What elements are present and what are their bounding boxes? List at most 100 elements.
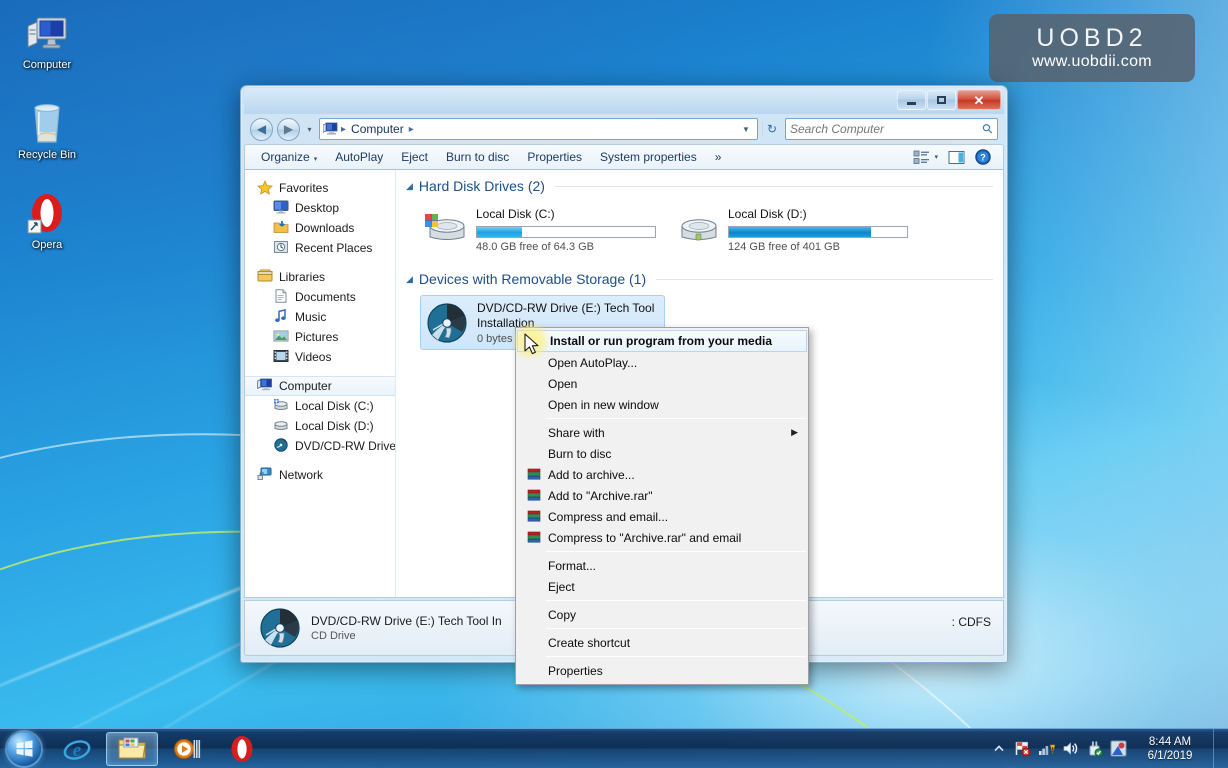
- menu-item-label: Open in new window: [548, 397, 659, 412]
- context-menu-item-compress-to-archive-and-email[interactable]: Compress to "Archive.rar" and email: [516, 527, 808, 548]
- chevron-down-icon: ▾: [934, 154, 938, 161]
- context-menu-item-copy[interactable]: Copy: [516, 604, 808, 625]
- sidebar-item-music[interactable]: Music: [245, 307, 395, 327]
- minimize-button[interactable]: [897, 90, 926, 110]
- address-bar[interactable]: ▸ Computer ▸ ▼: [319, 118, 758, 140]
- address-dropdown-button[interactable]: ▼: [738, 125, 754, 134]
- maximize-button[interactable]: [927, 90, 956, 110]
- sidebar-item-favorites[interactable]: Favorites: [245, 178, 395, 198]
- sidebar-label: DVD/CD-RW Drive (I: [295, 439, 395, 453]
- start-button[interactable]: [0, 730, 48, 768]
- nvidia-settings-icon[interactable]: [1110, 740, 1127, 757]
- clock[interactable]: 8:44 AM 6/1/2019: [1134, 735, 1202, 763]
- help-button[interactable]: ?: [970, 149, 996, 165]
- taskbar[interactable]: e 8:44 AM 6/1/2019: [0, 728, 1228, 768]
- system-tray[interactable]: 8:44 AM 6/1/2019: [990, 728, 1228, 768]
- recent-pages-button[interactable]: ▾: [304, 125, 315, 134]
- refresh-button[interactable]: ↻: [761, 122, 781, 136]
- sidebar-item-computer[interactable]: Computer: [245, 376, 395, 396]
- taskbar-item-opera[interactable]: [216, 732, 268, 766]
- internet-explorer-icon: e: [63, 740, 91, 761]
- safely-remove-hardware-icon[interactable]: [1086, 740, 1103, 757]
- preview-pane-button[interactable]: [943, 150, 970, 165]
- address-row: ◀ ▶ ▾ ▸ Computer ▸ ▼ ↻ Search Computer ⚲: [244, 114, 1004, 144]
- taskbar-item-internet-explorer[interactable]: e: [51, 732, 103, 766]
- context-menu-item-install-or-run[interactable]: Install or run program from your media: [517, 330, 807, 352]
- show-hidden-icons-arrow[interactable]: [990, 740, 1007, 757]
- sidebar-item-local-disk-c[interactable]: Local Disk (C:): [245, 396, 395, 416]
- toolbar-system-properties[interactable]: System properties: [591, 147, 706, 167]
- downloads-icon: [273, 220, 290, 236]
- show-desktop-button[interactable]: [1213, 728, 1224, 768]
- group-header-hard-disk-drives[interactable]: ◢ Hard Disk Drives (2): [396, 170, 1003, 196]
- sidebar-item-pictures[interactable]: Pictures: [245, 327, 395, 347]
- sidebar-label: Videos: [295, 350, 332, 364]
- navigation-pane[interactable]: Favorites Desktop Downloads Recent Place…: [245, 170, 396, 597]
- network-warning-icon[interactable]: [1038, 740, 1055, 757]
- desktop-icon-computer[interactable]: Computer: [6, 8, 88, 72]
- change-view-button[interactable]: ▾: [908, 150, 943, 165]
- sidebar-item-dvd-drive[interactable]: DVD/CD-RW Drive (I: [245, 436, 395, 456]
- details-title: DVD/CD-RW Drive (E:) Tech Tool In: [311, 614, 502, 628]
- desktop-icon-opera[interactable]: Opera: [6, 188, 88, 252]
- toolbar-organize[interactable]: Organize ▾: [252, 147, 326, 167]
- breadcrumb-computer[interactable]: Computer: [349, 122, 406, 136]
- context-menu-item-add-to-archive[interactable]: Add to archive...: [516, 464, 808, 485]
- context-menu-item-format[interactable]: Format...: [516, 555, 808, 576]
- sidebar-item-documents[interactable]: Documents: [245, 287, 395, 307]
- breadcrumb-separator[interactable]: ▸: [408, 124, 415, 135]
- context-menu-item-add-to-archive-rar[interactable]: Add to "Archive.rar": [516, 485, 808, 506]
- sidebar-item-recent-places[interactable]: Recent Places: [245, 238, 395, 258]
- submenu-arrow-icon: ▶: [791, 427, 798, 437]
- action-center-flag-icon[interactable]: [1014, 740, 1031, 757]
- uobd2-watermark: UOBD2 www.uobdii.com: [989, 14, 1195, 82]
- collapse-triangle-icon[interactable]: ◢: [406, 274, 413, 285]
- sidebar-item-desktop[interactable]: Desktop: [245, 198, 395, 218]
- sidebar-label: Documents: [295, 290, 356, 304]
- group-header-removable-storage[interactable]: ◢ Devices with Removable Storage (1): [396, 257, 1003, 289]
- dvd-drive-icon: [273, 438, 290, 454]
- collapse-triangle-icon[interactable]: ◢: [406, 181, 413, 192]
- back-button[interactable]: ◀: [250, 117, 273, 141]
- context-menu-item-create-shortcut[interactable]: Create shortcut: [516, 632, 808, 653]
- toolbar-properties[interactable]: Properties: [518, 147, 591, 167]
- search-input[interactable]: [790, 122, 984, 136]
- watermark-brand: UOBD2: [1036, 24, 1148, 52]
- hard-disk-icon: [273, 418, 290, 434]
- context-menu-item-compress-and-email[interactable]: Compress and email...: [516, 506, 808, 527]
- libraries-icon: [257, 269, 274, 285]
- context-menu-item-open-autoplay[interactable]: Open AutoPlay...: [516, 352, 808, 373]
- command-toolbar[interactable]: Organize ▾ AutoPlay Eject Burn to disc Pr…: [244, 144, 1004, 170]
- context-menu-item-share-with[interactable]: Share with ▶: [516, 422, 808, 443]
- desktop-icon-recycle-bin[interactable]: Recycle Bin: [6, 98, 88, 162]
- sidebar-item-videos[interactable]: Videos: [245, 347, 395, 367]
- context-menu-item-properties[interactable]: Properties: [516, 660, 808, 681]
- sidebar-item-network[interactable]: Network: [245, 465, 395, 485]
- toolbar-overflow-button[interactable]: »: [706, 147, 731, 167]
- drive-tile-local-disk-d[interactable]: Local Disk (D:) 124 GB free of 401 GB: [672, 202, 924, 257]
- context-menu-item-burn-to-disc[interactable]: Burn to disc: [516, 443, 808, 464]
- volume-icon[interactable]: [1062, 740, 1079, 757]
- close-button[interactable]: ✕: [957, 90, 1001, 110]
- context-menu-item-open-in-new-window[interactable]: Open in new window: [516, 394, 808, 415]
- taskbar-item-media-player[interactable]: [161, 732, 213, 766]
- sidebar-item-local-disk-d[interactable]: Local Disk (D:): [245, 416, 395, 436]
- forward-button[interactable]: ▶: [277, 117, 300, 141]
- context-menu-item-eject[interactable]: Eject: [516, 576, 808, 597]
- sidebar-item-downloads[interactable]: Downloads: [245, 218, 395, 238]
- drive-tile-local-disk-c[interactable]: Local Disk (C:) 48.0 GB free of 64.3 GB: [420, 202, 672, 257]
- taskbar-item-windows-explorer[interactable]: [106, 731, 158, 766]
- back-arrow-icon: ◀: [256, 122, 267, 136]
- context-menu-item-open[interactable]: Open: [516, 373, 808, 394]
- desktop[interactable]: Computer Recycle Bin Opera UOBD2 www.uob…: [0, 0, 1228, 768]
- navpane-group-favorites: Favorites Desktop Downloads Recent Place…: [245, 178, 395, 258]
- search-box[interactable]: ⚲: [785, 118, 998, 140]
- toolbar-eject[interactable]: Eject: [392, 147, 437, 167]
- sidebar-item-libraries[interactable]: Libraries: [245, 267, 395, 287]
- drive-capacity: 124 GB free of 401 GB: [728, 241, 840, 253]
- toolbar-burn-to-disc[interactable]: Burn to disc: [437, 147, 518, 167]
- toolbar-autoplay[interactable]: AutoPlay: [326, 147, 392, 167]
- sidebar-label: Downloads: [295, 221, 355, 235]
- title-bar[interactable]: ✕: [244, 88, 1004, 114]
- context-menu[interactable]: Install or run program from your media O…: [515, 327, 809, 685]
